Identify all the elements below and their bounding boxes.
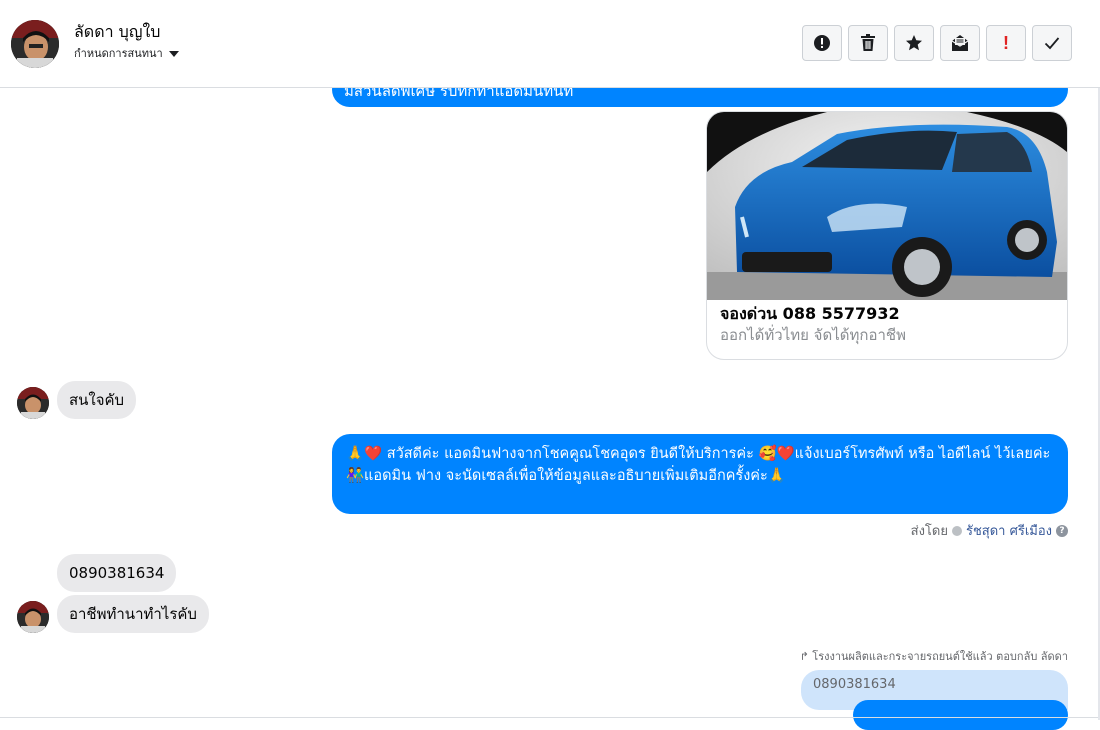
customer-message[interactable]: สนใจคับ (57, 381, 137, 419)
mark-unread-icon (951, 35, 969, 51)
reply-context: ↱ โรงงานผลิตและกระจายรถยนต์ใช้แล้ว ตอบกล… (800, 647, 1068, 665)
agent-message-line-1: 🙏❤️ สวัสดีค่ะ แอดมินฟางจากโชคคูณโชคอุดร … (346, 446, 1051, 462)
agent-message[interactable]: 🙏❤️ สวัสดีค่ะ แอดมินฟางจากโชคคูณโชคอุดร … (332, 434, 1068, 514)
help-icon[interactable]: ? (1056, 524, 1068, 537)
ad-card[interactable]: จองด่วน 088 5577932 ออกได้ทั่วไทย จัดได้… (706, 111, 1068, 360)
star-button[interactable] (894, 25, 934, 61)
done-check-icon (1044, 37, 1060, 50)
mark-done-button[interactable] (1032, 25, 1072, 61)
conversation-settings-label: กำหนดการสนทนา (74, 47, 163, 60)
conversation-settings-dropdown[interactable]: กำหนดการสนทนา (74, 44, 179, 62)
sent-by-label: ส่งโดย (910, 524, 948, 539)
agent-message-line-2: 👫แอดมิน ฟาง จะนัดเซลล์เพื่อให้ข้อมูลและอ… (346, 468, 786, 484)
ad-card-description: ออกได้ทั่วไทย จัดได้ทุกอาชีพ (720, 326, 906, 344)
customer-message[interactable]: อาชีพทำนาทำไรคับ (57, 595, 209, 633)
verified-icon (951, 525, 962, 536)
contact-avatar[interactable] (11, 20, 59, 68)
spam-alert-icon (814, 35, 830, 51)
customer-avatar[interactable] (17, 601, 49, 633)
reply-context-text: โรงงานผลิตและกระจายรถยนต์ใช้แล้ว ตอบกลับ… (812, 650, 1068, 663)
mark-spam-button[interactable] (802, 25, 842, 61)
conversation-toolbar: ! (802, 25, 1072, 61)
agent-message-partial-bottom[interactable] (853, 700, 1068, 730)
customer-message-text: สนใจคับ (69, 391, 125, 409)
mark-unread-button[interactable] (940, 25, 980, 61)
composer-divider (0, 717, 1100, 718)
sent-by-info: ส่งโดย รัชสุดา ศรีเมือง ? (911, 520, 1068, 541)
contact-name[interactable]: ลัดดา บุญใบ (74, 20, 160, 45)
chevron-down-icon (168, 51, 179, 57)
car-image (707, 112, 1067, 300)
sent-by-name[interactable]: รัชสุดา ศรีเมือง (966, 520, 1052, 541)
star-icon (906, 35, 922, 51)
conversation-header: ลัดดา บุญใบ กำหนดการสนทนา ! (0, 0, 1100, 88)
customer-avatar[interactable] (17, 387, 49, 419)
customer-message-text: อาชีพทำนาทำไรคับ (69, 605, 197, 623)
customer-message[interactable]: 0890381634 (57, 554, 177, 592)
trash-icon (861, 34, 875, 51)
customer-message-text: 0890381634 (69, 564, 165, 582)
mark-important-button[interactable]: ! (986, 25, 1026, 61)
reply-arrow-icon: ↱ (799, 650, 809, 663)
delete-button[interactable] (848, 25, 888, 61)
important-icon: ! (1003, 32, 1009, 53)
quoted-reply-text: 0890381634 (813, 677, 896, 692)
